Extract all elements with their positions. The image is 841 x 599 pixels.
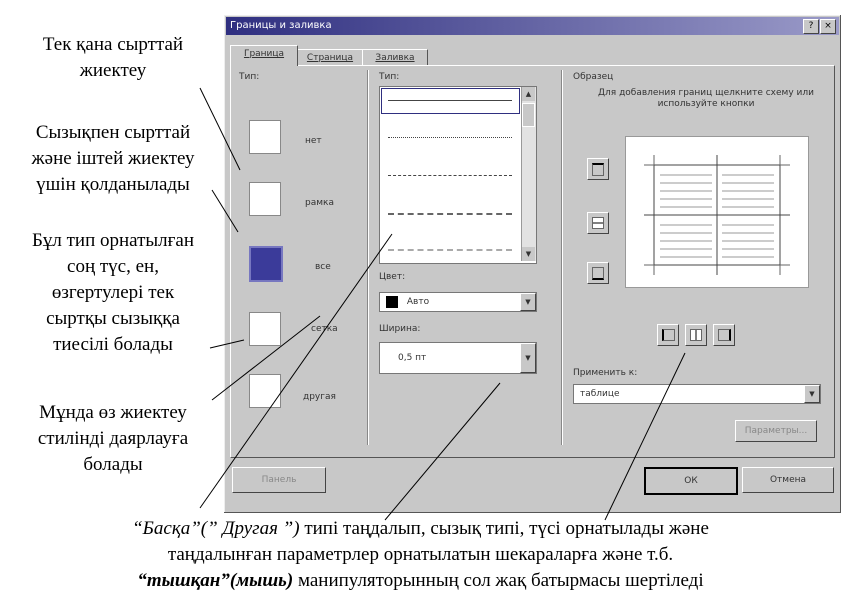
leader-line-3 xyxy=(209,339,245,349)
leader-line-7 xyxy=(604,352,686,521)
caption-bold: “тышқан”(мышь) xyxy=(137,570,294,591)
leader-line-4 xyxy=(211,315,321,401)
leader-lines xyxy=(199,87,686,521)
caption-text: манипуляторынның сол жақ батырмасы шерті… xyxy=(293,570,704,591)
leader-line-1 xyxy=(199,87,241,171)
caption-line-3: “тышқан”(мышь) манипуляторынның сол жақ … xyxy=(0,568,841,593)
leader-line-2 xyxy=(211,189,239,233)
tab-border[interactable]: Граница xyxy=(230,45,298,66)
caption-line-2: таңдалынған параметрлер орнатылатын шека… xyxy=(167,544,674,565)
leader-line-6 xyxy=(384,382,501,521)
caption-line-1: “Басқа”(” Другая ”) типі таңдалып, сызық… xyxy=(0,516,841,541)
leader-line-5 xyxy=(199,233,393,509)
caption-italic: “Басқа”(” Другая ”) xyxy=(132,518,300,539)
caption-text: типі таңдалып, сызық типі, түсі орнатыла… xyxy=(299,518,709,539)
